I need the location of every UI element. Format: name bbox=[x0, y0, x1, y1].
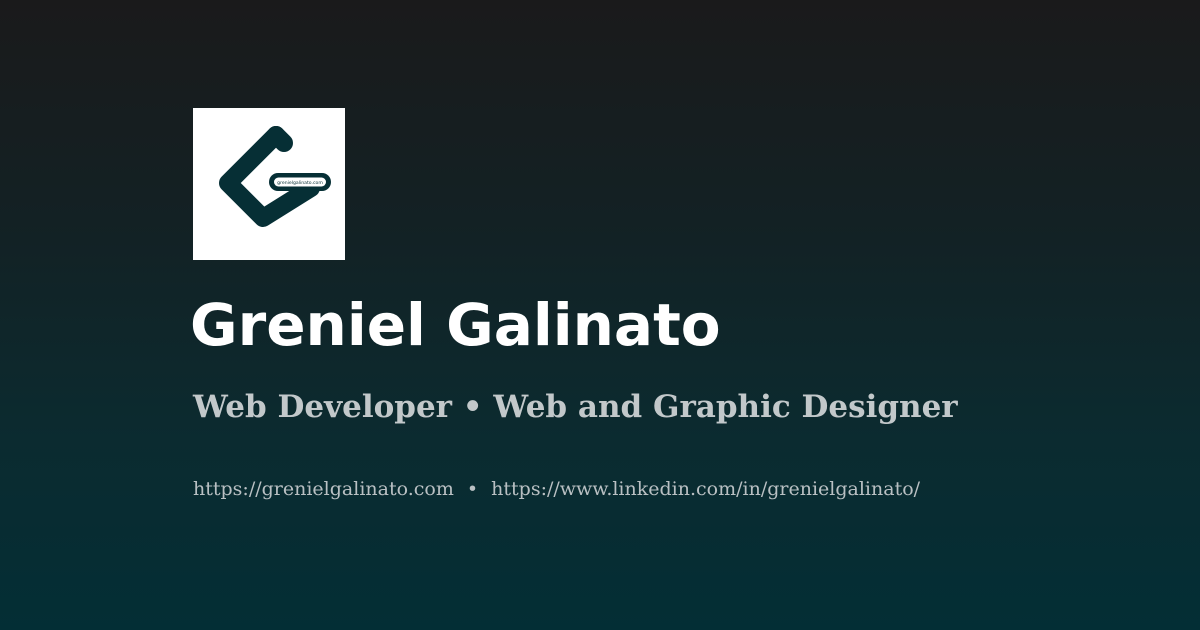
link-separator: • bbox=[466, 478, 479, 500]
website-link[interactable]: https://grenielgalinato.com bbox=[193, 478, 454, 500]
g-logo-icon: grenielgalinato.com bbox=[219, 126, 331, 227]
profile-card: grenielgalinato.com Greniel Galinato Web… bbox=[190, 108, 1193, 528]
logo-small-text: grenielgalinato.com bbox=[277, 180, 323, 186]
linkedin-link[interactable]: https://www.linkedin.com/in/grenielgalin… bbox=[491, 478, 920, 500]
brand-logo: grenielgalinato.com bbox=[193, 108, 345, 260]
profile-roles: Web Developer • Web and Graphic Designer bbox=[193, 389, 958, 425]
profile-links: https://grenielgalinato.com • https://ww… bbox=[193, 480, 920, 499]
profile-name: Greniel Galinato bbox=[190, 291, 721, 359]
